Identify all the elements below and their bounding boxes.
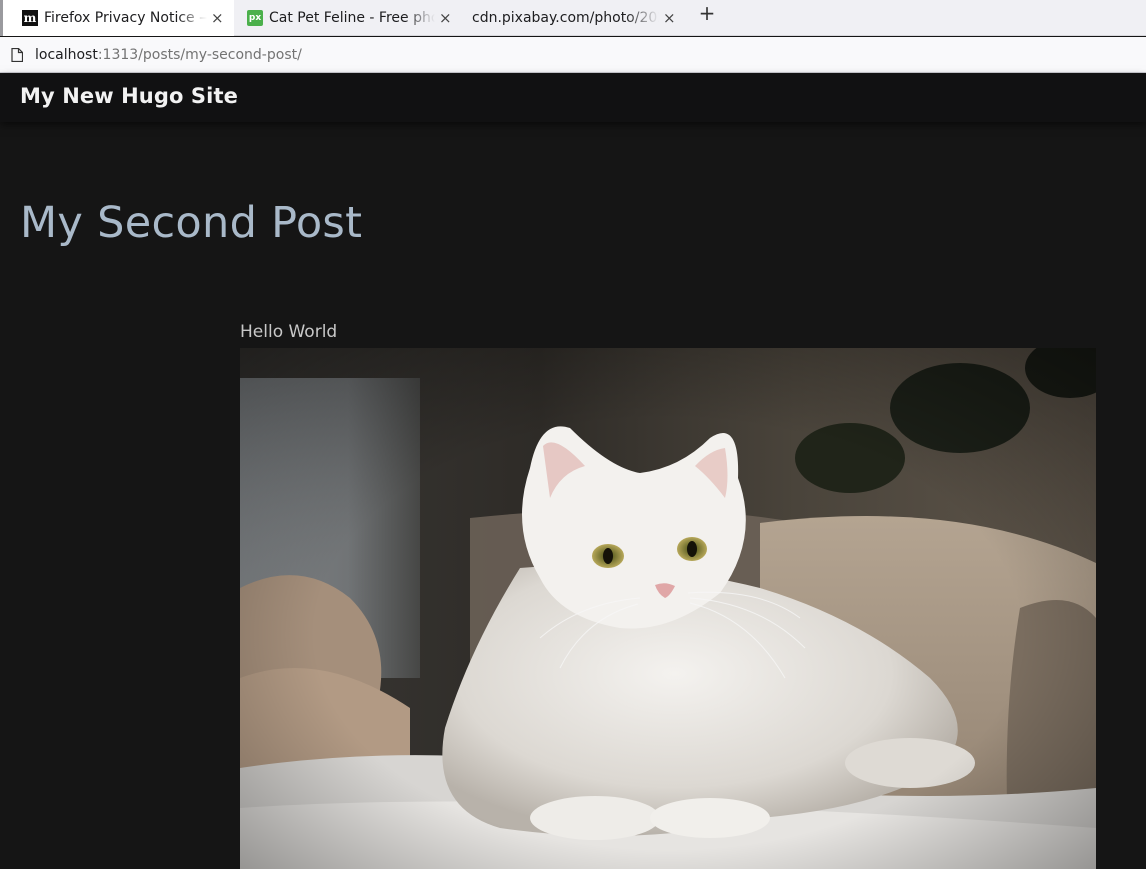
url-path: :1313/posts/my-second-post/ [97,46,302,63]
mozilla-m-icon: m [22,10,38,26]
tab-title: Firefox Privacy Notice — Mozilla [44,10,207,26]
close-tab-icon[interactable]: × [211,9,224,27]
new-tab-button[interactable]: + [697,2,717,26]
tab-cat-pet-feline[interactable]: px Cat Pet Feline - Free photo on Pixaba… [247,0,453,36]
address-bar[interactable]: localhost:1313/posts/my-second-post/ [0,37,1146,73]
tab-cdn-pixabay[interactable]: cdn.pixabay.com/photo/2023 × [472,0,677,36]
site-header: My New Hugo Site [0,74,1146,122]
url-text[interactable]: localhost:1313/posts/my-second-post/ [35,47,302,63]
white-cat-photo [240,348,1096,869]
post-title: My Second Post [20,198,363,248]
pixabay-px-icon: px [247,10,263,26]
tab-title: Cat Pet Feline - Free photo on Pixabay [269,10,435,26]
tab-firefox-privacy-notice[interactable]: m Firefox Privacy Notice — Mozilla × [0,0,234,36]
close-tab-icon[interactable]: × [439,9,452,27]
site-title-link[interactable]: My New Hugo Site [20,84,238,108]
tab-strip: m Firefox Privacy Notice — Mozilla × px … [0,0,1146,36]
page-icon [11,47,23,62]
post-body-text: Hello World [240,322,338,342]
close-tab-icon[interactable]: × [663,9,676,27]
tab-title: cdn.pixabay.com/photo/2023 [472,10,659,26]
url-host: localhost [35,46,98,63]
